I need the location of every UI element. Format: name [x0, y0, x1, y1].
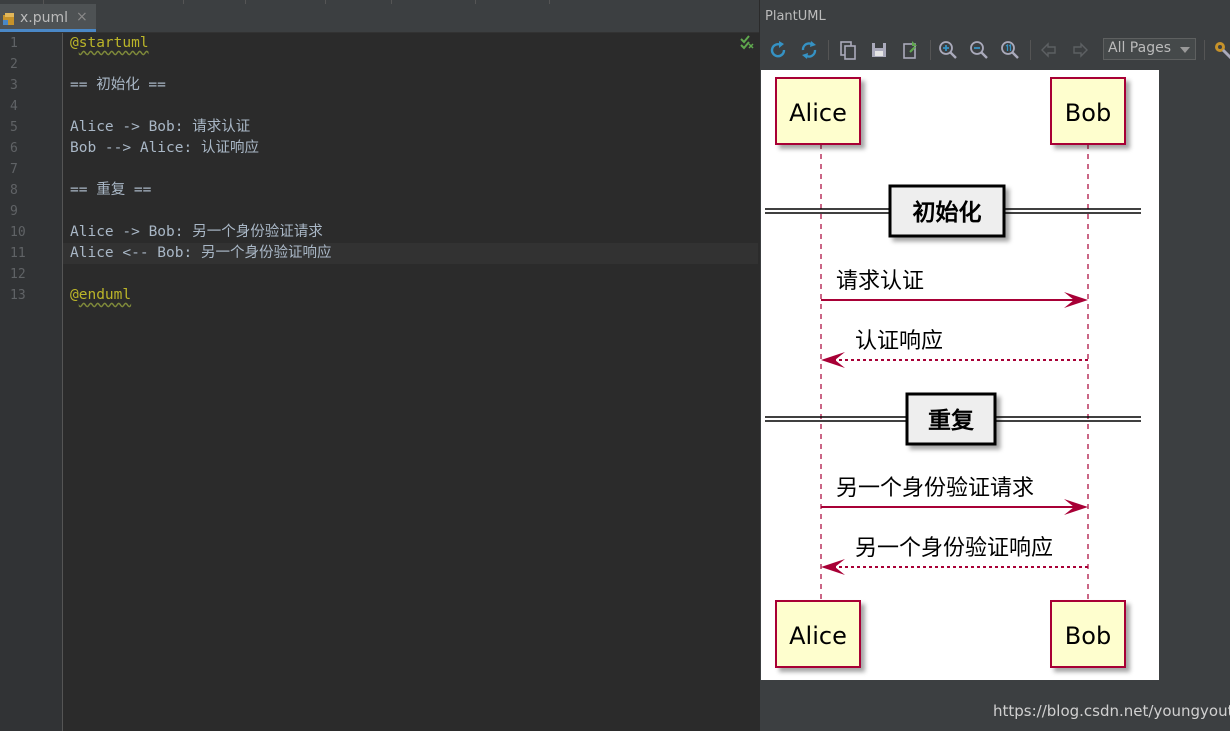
- settings-icon[interactable]: [1211, 38, 1230, 62]
- export-icon[interactable]: [898, 38, 922, 62]
- line-number: 8: [10, 183, 18, 198]
- sequence-diagram: Alice Bob Alice Bob 初始化重复 请求认证认证响应另一个身份验证请求另一…: [765, 77, 1141, 668]
- code-line[interactable]: Alice -> Bob: 请求认证: [70, 117, 250, 138]
- line-number: 2: [10, 57, 18, 72]
- editor-tab-bar: x.puml ×: [0, 0, 759, 33]
- plantuml-panel: PlantUML All Pages Alice Bob Alice Bob 初…: [759, 0, 1230, 731]
- participant-label: Bob: [1065, 622, 1111, 650]
- divider-label: 初始化: [913, 199, 982, 226]
- code-token: @: [70, 287, 79, 303]
- code-line[interactable]: Bob --> Alice: 认证响应: [70, 138, 259, 159]
- participant-label: Alice: [789, 622, 847, 650]
- code-token: Alice -> Bob: 另一个身份验证请求: [70, 224, 323, 240]
- message-label: 另一个身份验证响应: [855, 536, 1053, 561]
- line-number: 13: [10, 288, 26, 303]
- pages-select[interactable]: All Pages: [1103, 38, 1196, 60]
- forward-icon[interactable]: [1068, 38, 1092, 62]
- code-token: Alice <-- Bob: 另一个身份验证响应: [70, 245, 332, 261]
- line-number: 4: [10, 99, 18, 114]
- puml-file-icon: [3, 13, 14, 25]
- editor-pane[interactable]: x.puml × 1 2 3 4 5 6 7 8 9 10 11 12 13 @startuml == 初…: [0, 0, 759, 731]
- zoom-out-icon[interactable]: [967, 38, 991, 62]
- code-line[interactable]: == 重复 ==: [70, 180, 151, 201]
- line-number: 9: [10, 204, 18, 219]
- save-icon[interactable]: [867, 38, 891, 62]
- message-label: 请求认证: [836, 269, 924, 294]
- participant-label: Bob: [1065, 99, 1111, 127]
- code-token: == 重复 ==: [70, 182, 152, 198]
- code-token: enduml: [78, 287, 132, 303]
- code-line[interactable]: Alice -> Bob: 另一个身份验证请求: [70, 222, 323, 243]
- line-number: 1: [10, 36, 18, 51]
- message-label: 另一个身份验证请求: [836, 476, 1034, 501]
- pages-select-value: All Pages: [1108, 40, 1171, 56]
- line-number: 5: [10, 120, 18, 135]
- back-icon[interactable]: [1037, 38, 1061, 62]
- participant-label: Alice: [789, 99, 847, 127]
- message-label: 认证响应: [855, 329, 943, 354]
- panel-title: PlantUML: [765, 9, 826, 24]
- line-number: 10: [10, 225, 26, 240]
- refresh-icon[interactable]: [766, 38, 790, 62]
- tab-filename: x.puml: [20, 10, 69, 26]
- code-token: startuml: [78, 35, 149, 51]
- divider-label: 重复: [928, 408, 975, 434]
- zoom-in-icon[interactable]: [936, 38, 960, 62]
- line-number: 12: [10, 267, 26, 282]
- line-number: 11: [10, 246, 26, 261]
- code-line[interactable]: Alice <-- Bob: 另一个身份验证响应: [70, 243, 331, 264]
- line-number-gutter: 1 2 3 4 5 6 7 8 9 10 11 12 13: [0, 33, 63, 731]
- code-line[interactable]: @enduml: [70, 285, 131, 306]
- code-token: Alice -> Bob: 请求认证: [70, 119, 251, 135]
- check-icon: [740, 35, 754, 50]
- code-token: @: [70, 35, 79, 51]
- line-number: 3: [10, 78, 18, 93]
- code-token: Bob --> Alice: 认证响应: [70, 140, 259, 156]
- code-token: == 初始化 ==: [70, 77, 166, 93]
- auto-refresh-icon[interactable]: [797, 38, 821, 62]
- watermark: https://blog.csdn.net/youngyouth: [993, 702, 1230, 720]
- chevron-down-icon: [1180, 47, 1190, 53]
- plantuml-toolbar: All Pages: [760, 34, 1230, 66]
- line-number: 6: [10, 141, 18, 156]
- code-line[interactable]: == 初始化 ==: [70, 75, 166, 96]
- line-number: 7: [10, 162, 18, 177]
- code-line[interactable]: @startuml: [70, 33, 149, 54]
- tab-x-puml[interactable]: x.puml ×: [0, 4, 96, 32]
- copy-icon[interactable]: [836, 38, 860, 62]
- actual-size-icon[interactable]: [998, 38, 1022, 62]
- diagram-preview: Alice Bob Alice Bob 初始化重复 请求认证认证响应另一个身份验证请求另一…: [761, 70, 1159, 680]
- close-icon[interactable]: ×: [76, 9, 88, 25]
